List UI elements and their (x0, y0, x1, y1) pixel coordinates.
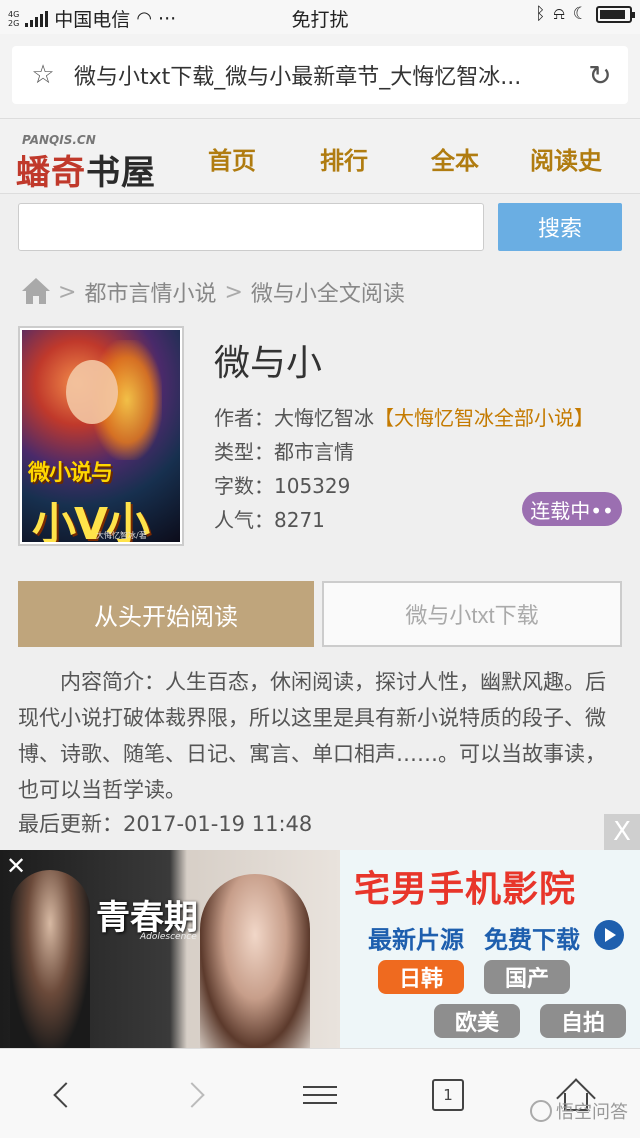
ad-photo (10, 870, 90, 1048)
tabs-icon[interactable]: 1 (428, 1077, 468, 1113)
ad-headline: 宅男手机影院 (354, 869, 577, 910)
breadcrumb: > 都市言情小说 > 微与小全文阅读 (22, 276, 405, 308)
start-reading-button[interactable]: 从头开始阅读 (18, 581, 314, 647)
menu-icon[interactable] (300, 1077, 340, 1113)
status-left: 4G 2G 中国电信 ◠ ··· (8, 5, 176, 32)
ad-tag: 国产 (484, 960, 570, 994)
author-name: 大悔忆智冰 (274, 406, 374, 430)
popularity-count: 8271 (274, 508, 325, 532)
search-input[interactable] (18, 203, 484, 251)
bluetooth-icon: ᛒ (535, 4, 546, 24)
bell-off-icon: ⍾ (553, 4, 565, 24)
book-type-row: 类型：都市言情 (214, 436, 354, 465)
ad-dismiss-icon[interactable]: ✕ (6, 852, 26, 880)
popularity-label: 人气： (214, 508, 274, 532)
ad-image-right: 宅男手机影院 最新片源 免费下载 日韩 国产 欧美 自拍 (340, 850, 640, 1048)
author-all-works-link[interactable]: 【大悔忆智冰全部小说】 (374, 406, 594, 430)
back-icon[interactable] (46, 1077, 86, 1113)
battery-icon (596, 5, 635, 23)
words-label: 字数： (214, 474, 274, 498)
watermark: 悟空问答 (530, 1098, 628, 1124)
wifi-icon: ◠ (136, 8, 153, 29)
logo-text: 蟠奇书屋 (16, 153, 156, 193)
status-badge: 连载中•• (522, 492, 622, 526)
browser-bottom-nav: 1 (0, 1048, 640, 1138)
type-label: 类型： (214, 440, 274, 464)
page-title[interactable]: 微与小txt下载_微与小最新章节_大悔忆智冰... (74, 59, 572, 91)
word-count: 105329 (274, 474, 351, 498)
nav-history[interactable]: 阅读史 (530, 141, 602, 176)
updated-label: 最后更新： (18, 812, 123, 836)
txt-download-button[interactable]: 微与小txt下载 (322, 581, 622, 647)
reload-icon[interactable]: ↻ (572, 59, 628, 92)
last-updated: 最后更新：2017-01-19 11:48 (18, 808, 312, 838)
book-popularity-row: 人气：8271 (214, 504, 325, 533)
browser-toolbar: ☆ 微与小txt下载_微与小最新章节_大悔忆智冰... ↻ (0, 34, 640, 118)
play-icon (594, 920, 624, 950)
breadcrumb-separator: > (58, 279, 77, 305)
book-cover[interactable]: 微小说与 小V小说 大悔忆智冰/著 (18, 326, 184, 546)
status-right: ᛒ ⍾ ☾ (535, 4, 635, 24)
star-icon[interactable]: ☆ (12, 60, 74, 90)
cover-author: 大悔忆智冰/著 (96, 531, 147, 540)
watermark-icon (530, 1100, 552, 1122)
ad-photo (200, 874, 310, 1048)
status-bar: 4G 2G 中国电信 ◠ ··· 免打扰 ᛒ ⍾ ☾ (0, 0, 640, 34)
network-type: 4G 2G (8, 9, 20, 28)
search-button[interactable]: 搜索 (498, 203, 622, 251)
ad-image-left: ✕ 青春期 Adolescence (0, 850, 340, 1048)
forward-icon[interactable] (172, 1077, 212, 1113)
author-label: 作者： (214, 406, 274, 430)
cover-image: 微小说与 小V小说 大悔忆智冰/著 (22, 330, 180, 542)
ad-tagline: 最新片源 免费下载 (368, 926, 580, 954)
book-words-row: 字数：105329 (214, 470, 350, 499)
ad-tag: 欧美 (434, 1004, 520, 1038)
breadcrumb-separator: > (224, 279, 243, 305)
book-title: 微与小 (214, 343, 323, 384)
updated-time: 2017-01-19 11:48 (123, 812, 313, 836)
moon-icon: ☾ (572, 4, 588, 24)
book-author-row: 作者：大悔忆智冰【大悔忆智冰全部小说】 (214, 402, 594, 431)
book-type: 都市言情 (274, 440, 354, 464)
ad-close-button[interactable]: X (604, 814, 640, 850)
ad-left-subtitle: Adolescence (140, 932, 197, 942)
ad-tag: 日韩 (378, 960, 464, 994)
ad-tag: 自拍 (540, 1004, 626, 1038)
site-header: PANQIS.CN 蟠奇书屋 首页 排行 全本 阅读史 (0, 118, 640, 194)
signal-icon (25, 10, 49, 27)
nav-home[interactable]: 首页 (208, 141, 256, 176)
home-icon[interactable] (22, 278, 50, 306)
ad-banner[interactable]: ✕ 青春期 Adolescence 宅男手机影院 最新片源 免费下载 日韩 国产 … (0, 850, 640, 1048)
site-logo[interactable]: PANQIS.CN 蟠奇书屋 (16, 131, 176, 193)
address-bar[interactable]: ☆ 微与小txt下载_微与小最新章节_大悔忆智冰... ↻ (12, 46, 628, 104)
book-description: 内容简介：人生百态，休闲阅读，探讨人性，幽默风趣。后现代小说打破体裁界限，所以这… (18, 670, 606, 802)
carrier-name: 中国电信 (54, 9, 131, 31)
watermark-text: 悟空问答 (556, 1102, 628, 1123)
nav-complete[interactable]: 全本 (431, 141, 479, 176)
tab-count: 1 (432, 1079, 464, 1111)
more-dots: ··· (158, 7, 177, 30)
breadcrumb-category[interactable]: 都市言情小说 (84, 276, 216, 308)
nav-ranking[interactable]: 排行 (320, 141, 368, 176)
breadcrumb-current[interactable]: 微与小全文阅读 (251, 276, 405, 308)
cover-title: 微小说与 (28, 461, 113, 486)
